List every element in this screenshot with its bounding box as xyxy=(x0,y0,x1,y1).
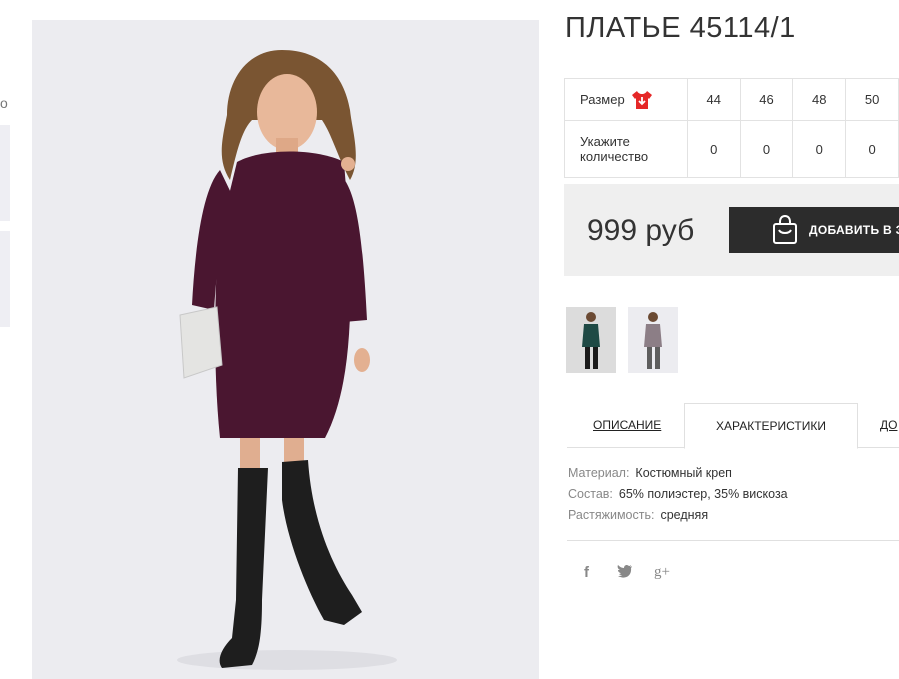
quantity-input-48[interactable]: 0 xyxy=(792,120,847,178)
size-label: Размер xyxy=(580,92,625,107)
quantity-input-46[interactable]: 0 xyxy=(739,120,794,178)
product-title: ПЛАТЬЕ 45114/1 xyxy=(565,12,796,44)
spec-key: Растяжимость: xyxy=(568,508,655,522)
thumbnail-grey-dress[interactable] xyxy=(628,307,678,373)
left-edge-fragment: o xyxy=(0,0,14,679)
spec-value: 65% полиэстер, 35% вискоза xyxy=(618,487,788,501)
dress-illustration xyxy=(32,20,539,679)
size-label-cell: Размер xyxy=(564,78,688,121)
quantity-input-44[interactable]: 0 xyxy=(686,120,741,178)
size-row: Размер 44 46 48 50 xyxy=(564,78,899,121)
size-44: 44 xyxy=(686,78,741,121)
size-quantity-table: Размер 44 46 48 50 Укажите количество 0 … xyxy=(564,78,899,178)
spec-material: Материал: Костюмный креп xyxy=(568,466,732,480)
tab-characteristics[interactable]: ХАРАКТЕРИСТИКИ xyxy=(684,403,858,449)
add-to-cart-label: ДОБАВИТЬ В З xyxy=(809,223,899,237)
google-plus-icon[interactable]: g+ xyxy=(654,564,670,581)
quantity-row: Укажите количество 0 0 0 0 xyxy=(564,120,899,178)
spec-value: средняя xyxy=(660,508,709,522)
spec-key: Материал: xyxy=(568,466,630,480)
spec-value: Костюмный креп xyxy=(635,466,732,480)
spec-key: Состав: xyxy=(568,487,613,501)
main-product-photo[interactable] xyxy=(32,20,539,679)
size-48: 48 xyxy=(792,78,847,121)
facebook-icon[interactable]: f xyxy=(584,564,589,581)
product-tabs: ОПИСАНИЕ ХАРАКТЕРИСТИКИ ДО xyxy=(567,403,899,449)
spec-composition: Состав: 65% полиэстер, 35% вискоза xyxy=(568,487,788,501)
shopping-bag-icon xyxy=(772,214,798,245)
edge-glyph: o xyxy=(0,95,8,111)
edge-thumbnail-2[interactable] xyxy=(0,231,10,327)
add-to-cart-button[interactable]: ДОБАВИТЬ В З xyxy=(729,207,899,253)
spec-stretch: Растяжимость: средняя xyxy=(568,508,708,522)
edge-thumbnail-1[interactable] xyxy=(0,125,10,221)
quantity-input-50[interactable]: 0 xyxy=(845,120,899,178)
thumbnail-green-dress[interactable] xyxy=(566,307,616,373)
size-46: 46 xyxy=(739,78,794,121)
tshirt-down-arrow-icon[interactable] xyxy=(631,90,653,110)
tab-description[interactable]: ОПИСАНИЕ xyxy=(593,403,661,447)
size-50: 50 xyxy=(845,78,899,121)
price-box: 999 руб ДОБАВИТЬ В З xyxy=(564,184,899,276)
quantity-label: Укажите количество xyxy=(564,120,688,178)
twitter-icon[interactable] xyxy=(617,564,633,582)
divider xyxy=(567,540,899,541)
tab-delivery[interactable]: ДО xyxy=(880,403,897,447)
product-price: 999 руб xyxy=(587,214,695,247)
